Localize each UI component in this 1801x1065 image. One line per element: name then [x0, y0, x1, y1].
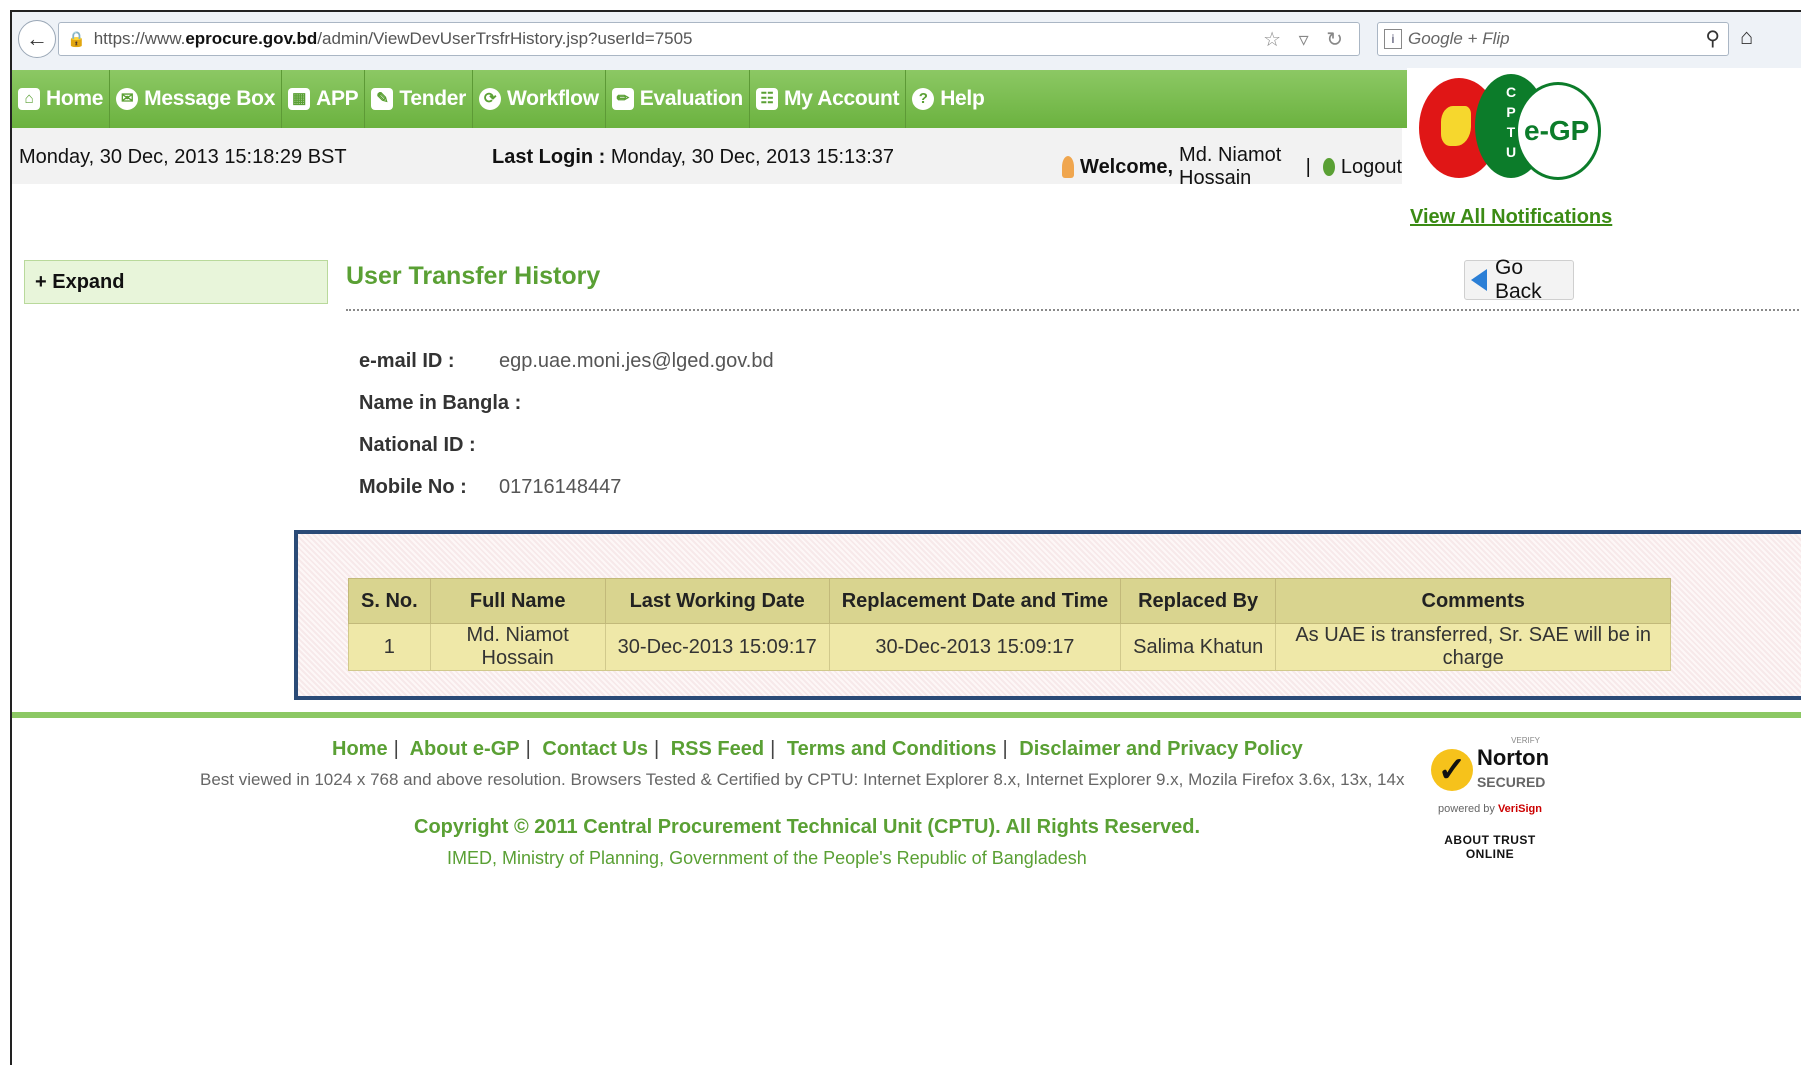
checkmark-icon: ✓: [1430, 749, 1473, 791]
nav-home[interactable]: ⌂ Home: [12, 70, 111, 128]
transfer-history-panel: S. No. Full Name Last Working Date Repla…: [294, 530, 1801, 700]
back-arrow-icon: [1471, 269, 1487, 291]
app-icon: ▦: [288, 88, 311, 110]
footer-links: Home | About e-GP | Contact Us | RSS Feed | …: [332, 738, 1303, 760]
cell-full-name: Md. Niamot Hossain: [429, 623, 606, 671]
col-replacement-date: Replacement Date and Time: [828, 578, 1122, 624]
evaluation-icon: ✏: [611, 88, 634, 110]
address-bar[interactable]: 🔒 https://www. eprocure.gov.bd/admin/View…: [58, 22, 1360, 56]
user-icon: [1062, 156, 1075, 178]
col-last-working-date: Last Working Date: [604, 578, 830, 624]
footer-link-about[interactable]: About e-GP: [410, 738, 520, 760]
help-icon: ?: [912, 88, 935, 110]
imed-note: IMED, Ministry of Planning, Government o…: [447, 848, 1087, 868]
footer-link-contact[interactable]: Contact Us: [542, 738, 648, 760]
last-login: Last Login : Monday, 30 Dec, 2013 15:13:…: [492, 146, 895, 168]
transfer-history-table: S. No. Full Name Last Working Date Repla…: [348, 578, 1672, 671]
footer-link-rss[interactable]: RSS Feed: [671, 738, 764, 760]
search-engine-icon[interactable]: i: [1384, 29, 1402, 49]
cell-last-working-date: 30-Dec-2013 15:09:17: [604, 623, 830, 671]
nav-workflow[interactable]: ⟳ Workflow: [473, 70, 606, 128]
nav-message-box[interactable]: ✉ Message Box: [110, 70, 283, 128]
welcome-label: Welcome,: [1080, 155, 1174, 178]
cell-replacement-date: 30-Dec-2013 15:09:17: [828, 623, 1122, 671]
browser-toolbar: ← 🔒 https://www. eprocure.gov.bd/admin/Vi…: [12, 12, 1801, 71]
cell-replaced-by: Salima Khatun: [1120, 623, 1277, 671]
workflow-icon: ⟳: [479, 88, 502, 110]
go-back-button[interactable]: Go Back: [1464, 256, 1574, 303]
footer-link-home[interactable]: Home: [332, 738, 388, 760]
nav-my-account[interactable]: ☷ My Account: [750, 70, 907, 128]
welcome-separator: |: [1305, 155, 1311, 178]
bookmark-star-icon[interactable]: ☆ ▿ ↻: [1263, 27, 1349, 52]
col-comments: Comments: [1275, 578, 1672, 624]
current-datetime: Monday, 30 Dec, 2013 15:18:29 BST: [19, 146, 347, 168]
footer-link-terms[interactable]: Terms and Conditions: [787, 738, 997, 760]
account-icon: ☷: [755, 88, 778, 110]
col-sno: S. No.: [348, 578, 431, 624]
search-placeholder: Google + Flip: [1408, 29, 1510, 48]
logout-link[interactable]: Logout: [1341, 156, 1402, 179]
browser-window: ← 🔒 https://www. eprocure.gov.bd/admin/Vi…: [10, 10, 1801, 1065]
url-prefix: https://www.: [93, 29, 186, 48]
field-email: e-mail ID : egp.uae.moni.jes@lged.gov.bd: [359, 350, 774, 372]
egp-logo-text: e-GP: [1515, 82, 1601, 180]
browser-compat-note: Best viewed in 1024 x 768 and above reso…: [200, 770, 1405, 789]
tender-icon: ✎: [371, 88, 394, 110]
url-host: eprocure.gov.bd: [185, 29, 318, 48]
cell-comments: As UAE is transferred, Sr. SAE will be i…: [1275, 623, 1672, 671]
footer-link-disclaimer[interactable]: Disclaimer and Privacy Policy: [1019, 738, 1303, 760]
col-full-name: Full Name: [429, 578, 606, 624]
footer-divider: [12, 712, 1801, 718]
col-replaced-by: Replaced By: [1120, 578, 1277, 624]
magnifier-icon[interactable]: ⚲: [1705, 26, 1720, 51]
nav-evaluation[interactable]: ✏ Evaluation: [606, 70, 750, 128]
field-name-bangla: Name in Bangla :: [359, 392, 522, 414]
norton-seal[interactable]: VERIFY ✓ Norton SECURED powered by VeriSi…: [1420, 736, 1560, 876]
logout-icon[interactable]: [1322, 158, 1335, 176]
nav-app[interactable]: ▦ APP: [282, 70, 366, 128]
cell-sno: 1: [348, 623, 431, 671]
welcome-name: Md. Niamot Hossain: [1179, 144, 1282, 189]
expand-sidebar-button[interactable]: + Expand: [24, 260, 328, 304]
view-all-notifications-link[interactable]: View All Notifications: [1410, 206, 1612, 229]
title-divider: [346, 309, 1801, 311]
home-icon: ⌂: [18, 88, 40, 110]
table-header-row: S. No. Full Name Last Working Date Repla…: [348, 578, 1672, 624]
nav-help[interactable]: ? Help: [906, 70, 990, 128]
about-trust-online-link[interactable]: ABOUT TRUST ONLINE: [1420, 833, 1560, 861]
copyright: Copyright © 2011 Central Procurement Tec…: [414, 816, 1201, 838]
back-arrow-icon[interactable]: ←: [18, 20, 56, 58]
lock-icon: 🔒: [67, 31, 86, 48]
browser-home-icon[interactable]: ⌂: [1740, 24, 1753, 50]
user-details: e-mail ID : egp.uae.moni.jes@lged.gov.bd …: [359, 350, 774, 518]
url-path: /admin/ViewDevUserTrsfrHistory.jsp?userI…: [317, 29, 693, 48]
nav-tender[interactable]: ✎ Tender: [365, 70, 474, 128]
info-bar: Monday, 30 Dec, 2013 15:18:29 BST Last L…: [12, 128, 1402, 189]
page-title: User Transfer History: [346, 262, 601, 290]
table-row: 1 Md. Niamot Hossain 30-Dec-2013 15:09:1…: [348, 623, 1672, 671]
message-icon: ✉: [116, 88, 139, 110]
search-box[interactable]: i Google + Flip ⚲: [1377, 22, 1729, 56]
field-national-id: National ID :: [359, 434, 476, 456]
field-mobile: Mobile No :01716148447: [359, 476, 622, 498]
cptu-egp-logo[interactable]: CPTU e-GP: [1407, 68, 1801, 186]
welcome-area: Welcome, Md. Niamot Hossain | Logout: [1062, 144, 1402, 190]
